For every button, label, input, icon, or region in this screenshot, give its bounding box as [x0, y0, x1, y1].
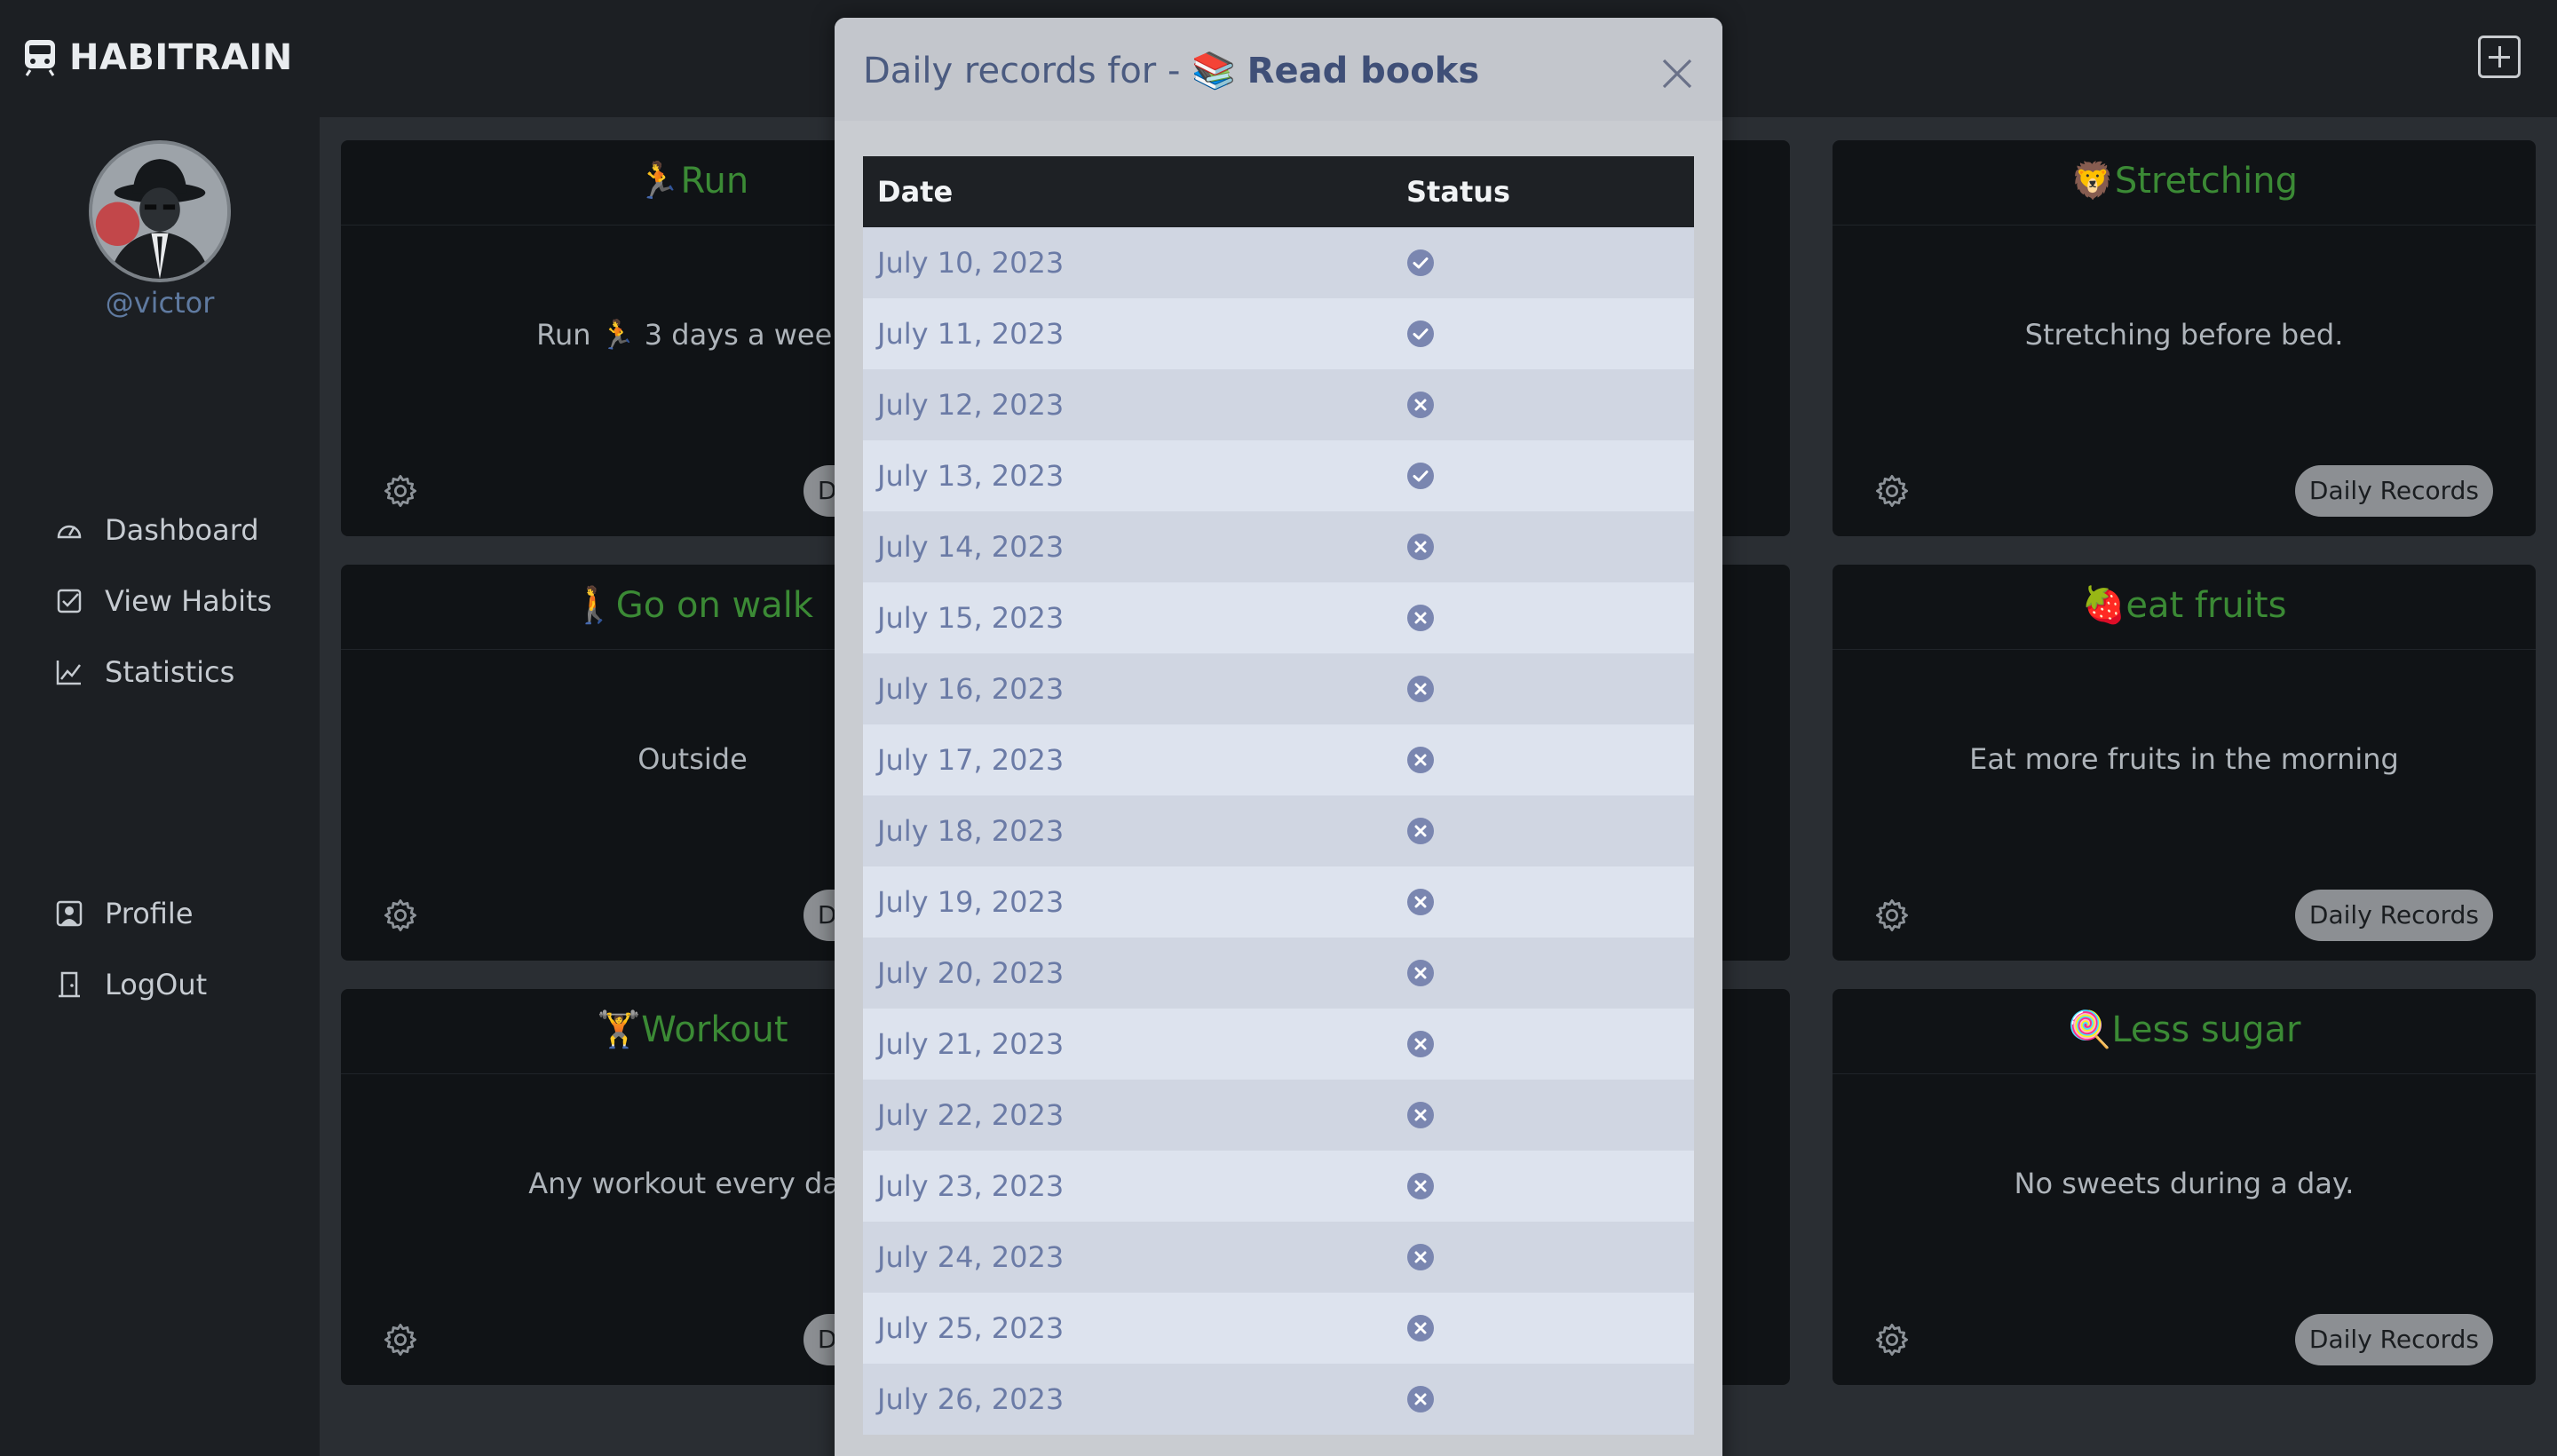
record-status	[1392, 369, 1694, 440]
record-date: July 11, 2023	[863, 298, 1392, 369]
table-header-row: Date Status	[863, 156, 1694, 227]
x-circle-icon	[1407, 1102, 1434, 1128]
record-date: July 13, 2023	[863, 440, 1392, 511]
record-date: July 18, 2023	[863, 795, 1392, 866]
x-circle-icon	[1407, 1031, 1434, 1057]
table-row: July 11, 2023	[863, 298, 1694, 369]
record-date: July 26, 2023	[863, 1364, 1392, 1435]
record-date: July 16, 2023	[863, 653, 1392, 724]
table-row: July 24, 2023	[863, 1222, 1694, 1293]
record-status	[1392, 298, 1694, 369]
modal-header: Daily records for - 📚 Read books	[835, 18, 1722, 121]
table-row: July 15, 2023	[863, 582, 1694, 653]
table-row: July 21, 2023	[863, 1009, 1694, 1080]
table-row: July 14, 2023	[863, 511, 1694, 582]
table-row: July 26, 2023	[863, 1364, 1694, 1435]
x-circle-icon	[1407, 818, 1434, 844]
column-header-date: Date	[863, 156, 1392, 227]
record-status	[1392, 866, 1694, 938]
record-date: July 23, 2023	[863, 1151, 1392, 1222]
check-circle-icon	[1407, 320, 1434, 347]
x-circle-icon	[1407, 534, 1434, 560]
record-status	[1392, 724, 1694, 795]
x-circle-icon	[1407, 605, 1434, 631]
record-status	[1392, 440, 1694, 511]
record-status	[1392, 1364, 1694, 1435]
daily-records-modal: Daily records for - 📚 Read books Date St…	[835, 18, 1722, 1456]
table-row: July 17, 2023	[863, 724, 1694, 795]
check-circle-icon	[1407, 463, 1434, 489]
x-circle-icon	[1407, 1244, 1434, 1270]
record-date: July 19, 2023	[863, 866, 1392, 938]
record-status	[1392, 1151, 1694, 1222]
x-circle-icon	[1407, 1173, 1434, 1199]
table-row: July 10, 2023	[863, 227, 1694, 298]
close-icon[interactable]	[1660, 57, 1694, 91]
record-status	[1392, 938, 1694, 1009]
table-row: July 13, 2023	[863, 440, 1694, 511]
table-row: July 18, 2023	[863, 795, 1694, 866]
x-circle-icon	[1407, 1315, 1434, 1341]
record-date: July 12, 2023	[863, 369, 1392, 440]
records-table: Date Status July 10, 2023 July 11, 2023 Ju…	[863, 156, 1694, 1435]
modal-title: Daily records for - 📚 Read books	[863, 50, 1479, 91]
record-status	[1392, 1080, 1694, 1151]
record-date: July 15, 2023	[863, 582, 1392, 653]
table-row: July 16, 2023	[863, 653, 1694, 724]
table-row: July 12, 2023	[863, 369, 1694, 440]
x-circle-icon	[1407, 1386, 1434, 1412]
record-status	[1392, 795, 1694, 866]
table-row: July 25, 2023	[863, 1293, 1694, 1364]
record-date: July 22, 2023	[863, 1080, 1392, 1151]
table-row: July 22, 2023	[863, 1080, 1694, 1151]
table-row: July 23, 2023	[863, 1151, 1694, 1222]
record-date: July 25, 2023	[863, 1293, 1392, 1364]
record-date: July 10, 2023	[863, 227, 1392, 298]
x-circle-icon	[1407, 747, 1434, 773]
modal-habit-name: Read books	[1247, 51, 1480, 91]
records-body: July 10, 2023 July 11, 2023 July 12, 2023 J…	[863, 227, 1694, 1435]
record-status	[1392, 227, 1694, 298]
habit-emoji: 📚	[1191, 51, 1236, 91]
table-row: July 19, 2023	[863, 866, 1694, 938]
modal-title-prefix: Daily records for -	[863, 51, 1192, 91]
x-circle-icon	[1407, 676, 1434, 702]
record-status	[1392, 1222, 1694, 1293]
record-status	[1392, 653, 1694, 724]
record-date: July 21, 2023	[863, 1009, 1392, 1080]
x-circle-icon	[1407, 392, 1434, 418]
record-status	[1392, 582, 1694, 653]
x-circle-icon	[1407, 960, 1434, 986]
record-date: July 24, 2023	[863, 1222, 1392, 1293]
record-date: July 20, 2023	[863, 938, 1392, 1009]
record-date: July 14, 2023	[863, 511, 1392, 582]
check-circle-icon	[1407, 249, 1434, 276]
column-header-status: Status	[1392, 156, 1694, 227]
table-row: July 20, 2023	[863, 938, 1694, 1009]
record-status	[1392, 1293, 1694, 1364]
record-status	[1392, 511, 1694, 582]
record-status	[1392, 1009, 1694, 1080]
record-date: July 17, 2023	[863, 724, 1392, 795]
x-circle-icon	[1407, 889, 1434, 915]
